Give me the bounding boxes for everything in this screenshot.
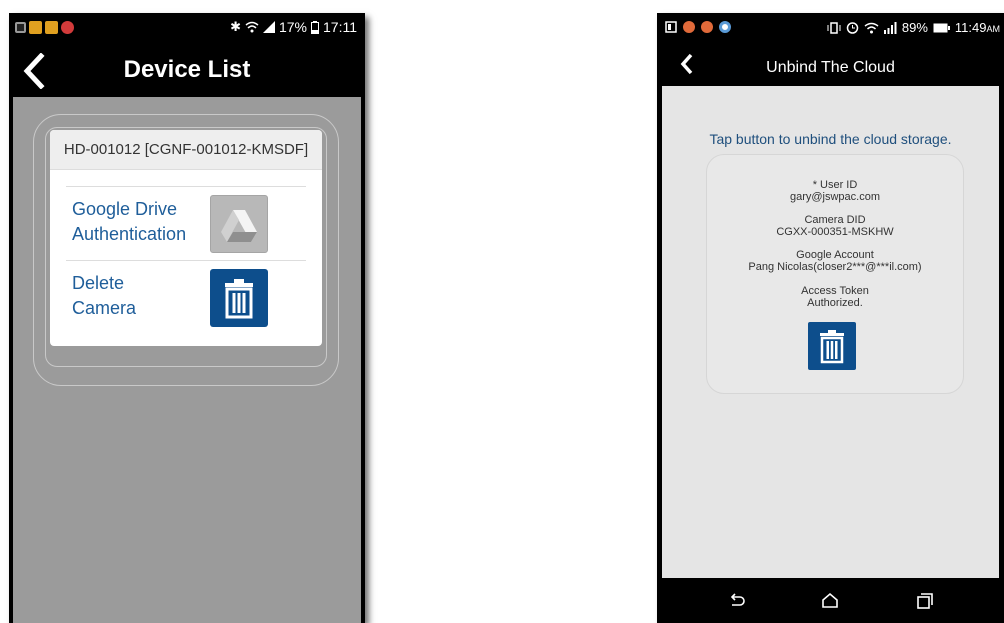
unbind-content: Tap button to unbind the cloud storage. …	[662, 86, 999, 578]
wifi-icon	[864, 22, 879, 33]
photo-icon	[29, 21, 42, 34]
clock-ampm: AM	[986, 24, 1001, 34]
label-line: Google Drive	[72, 199, 178, 219]
gallery-icon	[15, 22, 26, 33]
user-id-field: * User ID gary@jswpac.com	[707, 179, 963, 203]
wifi-icon	[245, 21, 259, 33]
left-phone-screen: ✱ 17% 17:11 Device List HD-001012 [CGNF-…	[9, 13, 365, 623]
delete-camera-button[interactable]	[210, 269, 268, 327]
notification-icons	[15, 21, 74, 34]
title-bar: Device List	[9, 43, 365, 97]
photo-icon	[45, 21, 58, 34]
field-label: Camera DID	[804, 214, 866, 226]
field-value: Pang Nicolas(closer2***@***il.com)	[748, 261, 922, 273]
battery-percent: 17%	[278, 19, 307, 35]
delete-camera-row[interactable]: Delete Camera	[66, 260, 306, 336]
camera-did-field: Camera DID CGXX-000351-MSKHW	[707, 214, 963, 238]
field-value: Authorized.	[807, 297, 863, 309]
device-list-content: HD-001012 [CGNF-001012-KMSDF] Google Dri…	[13, 97, 361, 623]
label-line: Authentication	[72, 224, 187, 244]
clock-time: 11:49	[954, 20, 987, 35]
app-notification-icon	[683, 21, 695, 33]
notification-icons	[665, 21, 731, 33]
signal-icon	[262, 21, 275, 33]
status-bar: ✱ 17% 17:11	[9, 13, 365, 43]
status-indicators: 89% 11:49AM	[827, 20, 1000, 35]
screenshot-icon	[665, 21, 677, 33]
signal-icon	[883, 21, 897, 34]
page-title: Unbind The Cloud	[766, 59, 895, 76]
cloud-info-panel: * User ID gary@jswpac.com Camera DID CGX…	[706, 154, 964, 394]
device-menu-card: HD-001012 [CGNF-001012-KMSDF] Google Dri…	[50, 130, 322, 346]
alert-icon	[61, 21, 74, 34]
page-title: Device List	[123, 56, 251, 83]
google-drive-icon	[221, 210, 257, 242]
label-line: Delete	[72, 273, 125, 293]
unbind-prompt: Tap button to unbind the cloud storage.	[709, 131, 952, 147]
unbind-button[interactable]	[808, 322, 856, 370]
field-value: gary@jswpac.com	[789, 191, 881, 203]
home-nav-icon[interactable]	[820, 591, 840, 611]
clock: 17:11	[323, 19, 357, 35]
battery-icon	[933, 23, 950, 32]
access-token-field: Access Token Authorized.	[707, 285, 963, 309]
navigation-bar	[657, 578, 1004, 623]
title-bar: Unbind The Cloud	[657, 45, 1004, 86]
trash-icon	[820, 330, 844, 364]
field-label: Google Account	[796, 249, 874, 261]
google-drive-auth-row[interactable]: Google Drive Authentication	[66, 186, 306, 262]
status-indicators: ✱ 17% 17:11	[230, 19, 357, 35]
battery-icon	[311, 20, 319, 34]
back-nav-icon[interactable]	[727, 591, 747, 611]
delete-camera-label[interactable]: Delete Camera	[72, 271, 136, 321]
label-line: Camera	[72, 298, 137, 318]
field-label: * User ID	[812, 179, 858, 191]
app-notification-icon	[701, 21, 713, 33]
field-label: Access Token	[801, 285, 869, 297]
google-account-field: Google Account Pang Nicolas(closer2***@*…	[707, 249, 963, 273]
field-value: CGXX-000351-MSKHW	[776, 226, 894, 238]
google-drive-button[interactable]	[210, 195, 268, 253]
recent-apps-icon[interactable]	[915, 591, 935, 611]
device-name: HD-001012 [CGNF-001012-KMSDF]	[50, 130, 322, 170]
status-bar: 89% 11:49AM	[657, 13, 1004, 45]
clock: 11:49AM	[955, 20, 1000, 35]
vibrate-icon	[827, 21, 841, 34]
bluetooth-icon: ✱	[230, 19, 241, 34]
right-phone-screen: 89% 11:49AM Unbind The Cloud Tap button …	[657, 13, 1004, 623]
sync-icon	[719, 21, 731, 33]
alarm-icon	[846, 22, 859, 34]
battery-percent: 89%	[901, 20, 928, 35]
trash-icon	[225, 279, 253, 319]
google-drive-auth-label[interactable]: Google Drive Authentication	[72, 197, 186, 247]
